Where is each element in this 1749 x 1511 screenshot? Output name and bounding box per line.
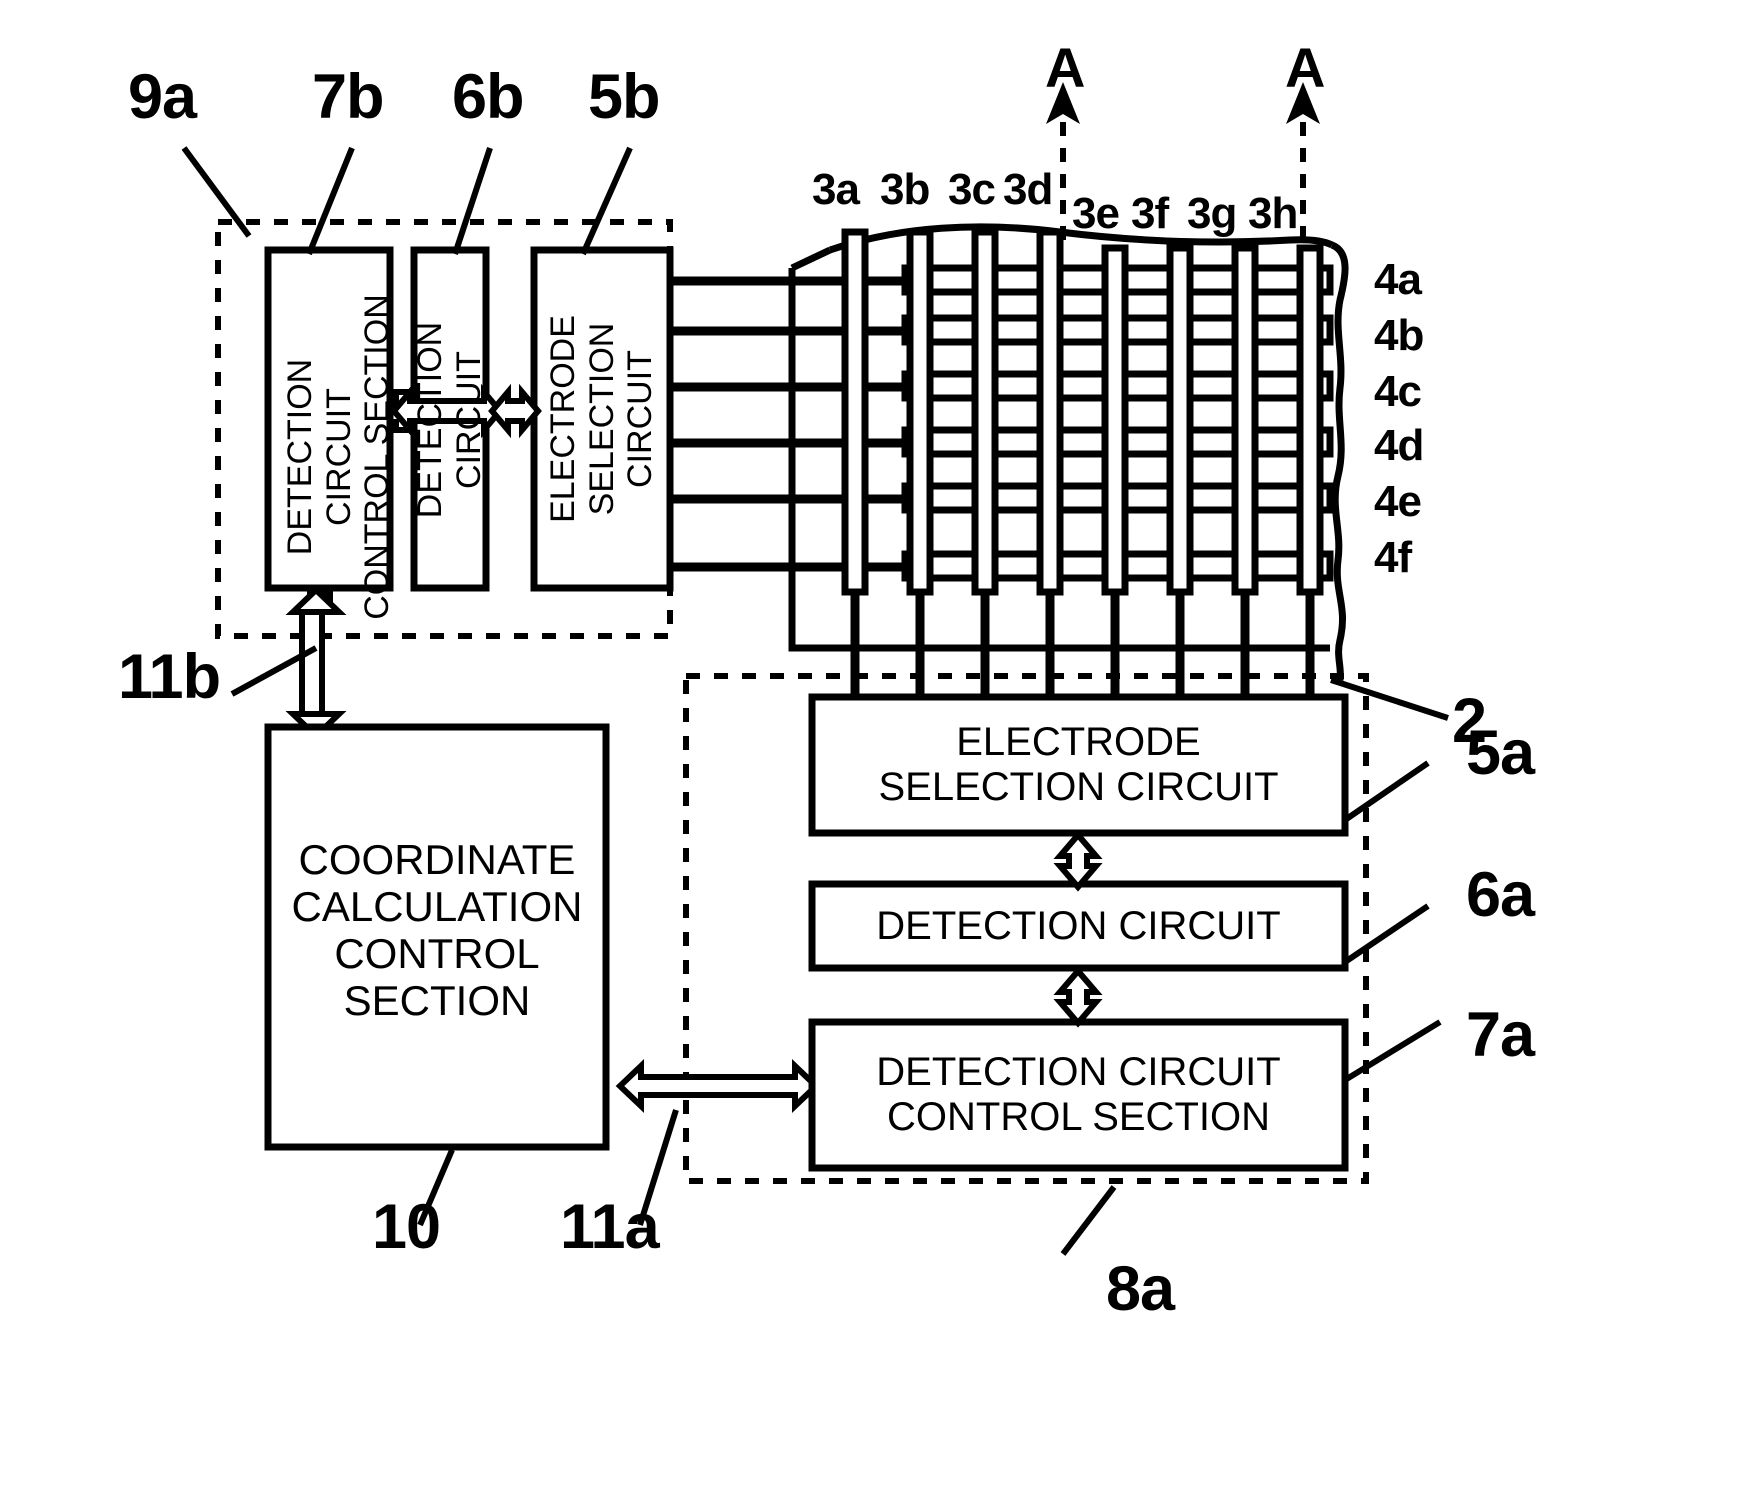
ref-6a: 6a <box>1466 860 1535 930</box>
column-electrode-3e <box>1101 244 1129 596</box>
block-label-5a: ELECTRODE SELECTION CIRCUIT <box>878 720 1279 809</box>
column-electrode-3a <box>841 228 869 596</box>
leader-line-7a <box>1343 1019 1442 1083</box>
ref-10: 10 <box>372 1192 441 1262</box>
leader-line-5a <box>1343 760 1430 823</box>
label-row-4b: 4b <box>1374 311 1424 360</box>
label-column-3c: 3c <box>948 165 996 214</box>
leader-6b <box>452 147 493 255</box>
ref-11b: 11b <box>118 642 221 712</box>
ref-7b: 7b <box>312 62 385 132</box>
column-electrode-3c <box>971 228 999 596</box>
column-electrode-3b <box>906 228 934 596</box>
double-arrow-6a-7a <box>1053 966 1103 1028</box>
block-label-6a: DETECTION CIRCUIT <box>876 903 1281 948</box>
label-column-3f: 3f <box>1131 189 1169 238</box>
label-column-3b: 3b <box>880 165 930 214</box>
section-marker-A-left: A <box>1045 36 1085 99</box>
label-row-4f: 4f <box>1374 533 1412 582</box>
leader-7b <box>306 146 355 256</box>
block-label-6b: DETECTION CIRCUIT <box>411 321 488 519</box>
ref-5a: 5a <box>1466 718 1535 788</box>
label-row-4e: 4e <box>1374 477 1422 526</box>
patent-figure: 9a 7b 6b 5b A A 3a 3b 3c 3d 3e 3f 3g 3h … <box>0 0 1749 1511</box>
ref-6b: 6b <box>452 62 525 132</box>
ref-11a: 11a <box>560 1192 660 1262</box>
column-electrode-3g <box>1231 244 1259 596</box>
label-column-3d: 3d <box>1003 165 1053 214</box>
leader-line-8a <box>1060 1185 1117 1256</box>
leader-2 <box>1330 677 1449 721</box>
leader-line-6a <box>1343 903 1430 965</box>
panel-break-edge-right <box>1330 241 1349 681</box>
ref-7a: 7a <box>1466 1000 1535 1070</box>
leader-5b <box>580 146 633 256</box>
label-row-4d: 4d <box>1374 421 1424 470</box>
ref-9a: 9a <box>128 62 197 132</box>
column-electrode-3h <box>1296 244 1324 596</box>
block-label-10: COORDINATE CALCULATION CONTROL SECTION <box>291 835 583 1025</box>
block-label-5b: ELECTRODE SELECTION CIRCUIT <box>543 315 660 523</box>
double-arrow-5a-6a <box>1053 830 1103 892</box>
leader-9a <box>181 146 252 238</box>
label-row-4c: 4c <box>1374 367 1422 416</box>
column-electrode-3f <box>1166 244 1194 596</box>
leader-5a-line <box>1343 812 1470 818</box>
label-column-3g: 3g <box>1187 189 1237 238</box>
panel-top-routing <box>790 246 832 272</box>
column-electrodes <box>841 228 1324 697</box>
ref-5b: 5b <box>588 62 661 132</box>
label-column-3a: 3a <box>812 165 860 214</box>
label-column-3e: 3e <box>1072 189 1120 238</box>
block-label-7b: DETECTION CIRCUIT CONTROL SECTION <box>280 294 397 620</box>
column-electrode-3d <box>1036 228 1064 596</box>
row-electrodes <box>670 264 1334 582</box>
bus-11a-arrow <box>615 1059 821 1113</box>
section-marker-A-right: A <box>1285 36 1325 99</box>
label-column-3h: 3h <box>1248 189 1298 238</box>
block-label-7a: DETECTION CIRCUIT CONTROL SECTION <box>876 1050 1281 1139</box>
ref-8a: 8a <box>1106 1254 1175 1324</box>
label-row-4a: 4a <box>1374 255 1422 304</box>
